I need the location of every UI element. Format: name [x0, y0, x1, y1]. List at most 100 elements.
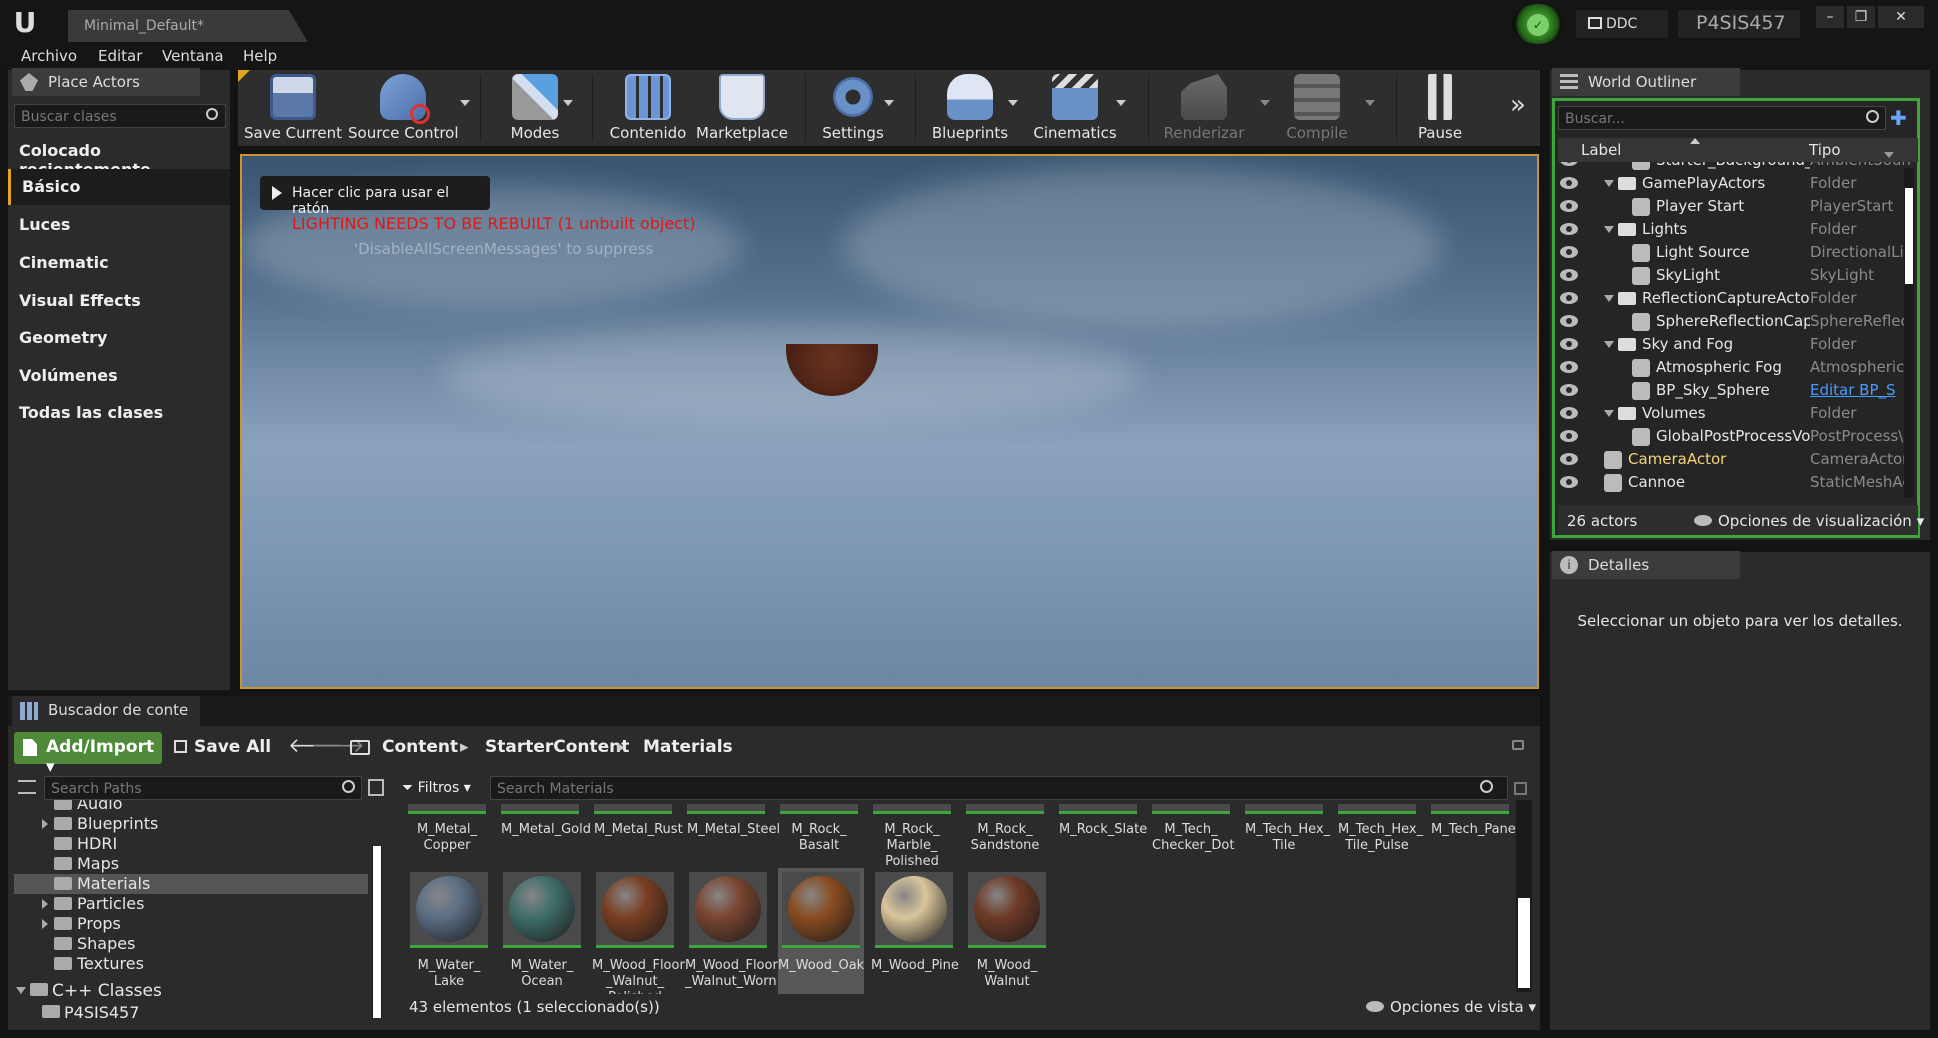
expand-arrow-icon[interactable]: [1604, 295, 1614, 302]
actor-type[interactable]: Editar BP_S: [1810, 381, 1910, 399]
category-volumes[interactable]: Volúmenes: [8, 358, 230, 394]
class-search-input[interactable]: Buscar clases: [14, 104, 226, 128]
blueprints-button[interactable]: Blueprints: [925, 70, 1015, 146]
menu-help[interactable]: Help: [243, 47, 277, 65]
category-geometry[interactable]: Geometry: [8, 320, 230, 356]
source-control-button[interactable]: Source Control: [348, 70, 459, 146]
path-tree-scrollbar[interactable]: [372, 846, 382, 1018]
filters-button[interactable]: ⏷ Filtros ▾: [402, 776, 480, 800]
maximize-button[interactable]: ❐: [1847, 6, 1875, 28]
collapse-arrow-icon[interactable]: [42, 819, 48, 829]
outliner-row[interactable]: SphereReflectionCapt SphereReflec: [1558, 311, 1909, 334]
folder-tree-item[interactable]: Particles: [14, 894, 368, 914]
chevron-right-double-icon[interactable]: »: [1510, 92, 1526, 118]
compile-button[interactable]: Compile: [1278, 70, 1356, 146]
folder-tree-item[interactable]: Materials: [14, 874, 368, 894]
asset-tile[interactable]: M_Tech_Panel: [1431, 804, 1519, 838]
asset-tile[interactable]: M_Rock_Slate: [1059, 804, 1147, 838]
menu-ventana[interactable]: Ventana: [162, 47, 224, 65]
sources-toggle-icon[interactable]: [18, 780, 36, 794]
outliner-row[interactable]: BP_Sky_Sphere Editar BP_S: [1558, 380, 1908, 403]
visibility-eye-icon[interactable]: [1560, 223, 1578, 235]
add-folder-icon[interactable]: ✚: [1890, 108, 1910, 128]
cpp-project-folder[interactable]: P4SIS457: [14, 1002, 368, 1022]
folder-tree-item[interactable]: Audio: [14, 800, 368, 814]
tab-place-actors[interactable]: Place Actors: [12, 68, 200, 96]
outliner-row[interactable]: Cannoe StaticMeshAc: [1558, 472, 1910, 495]
outliner-row[interactable]: CameraActor CameraActor: [1558, 449, 1908, 472]
level-tab[interactable]: Minimal_Default*: [68, 10, 308, 42]
collapse-arrow-icon[interactable]: [42, 899, 48, 909]
visibility-eye-icon[interactable]: [1560, 292, 1578, 304]
pause-button[interactable]: Pause: [1402, 70, 1478, 146]
folder-tree-item[interactable]: Shapes: [14, 934, 368, 954]
outliner-row[interactable]: Light Source DirectionalLig: [1558, 242, 1910, 265]
asset-tile[interactable]: M_Rock_ Marble_ Polished: [873, 804, 951, 870]
asset-tile[interactable]: M_Wood_Floor _Walnut_Worn: [685, 868, 778, 994]
click-to-use-mouse-hint[interactable]: Hacer clic para usar el ratón: [260, 176, 490, 217]
outliner-scrollbar[interactable]: [1904, 168, 1914, 498]
breadcrumb-materials[interactable]: Materials: [643, 737, 733, 757]
visibility-eye-icon[interactable]: [1560, 315, 1578, 327]
settings-dropdown-arrow[interactable]: [884, 100, 894, 106]
asset-tile[interactable]: M_Rock_ Sandstone: [966, 804, 1044, 854]
visibility-eye-icon[interactable]: [1560, 177, 1578, 189]
visibility-eye-icon[interactable]: [1560, 338, 1578, 350]
folder-tree-item[interactable]: Textures: [14, 954, 368, 974]
column-type[interactable]: Tipo: [1809, 141, 1841, 159]
outliner-row[interactable]: Starter_Background_CAmbientSoun: [1558, 162, 1910, 173]
ddc-button[interactable]: DDC: [1576, 10, 1668, 38]
build-dropdown-arrow[interactable]: [1260, 100, 1270, 106]
breadcrumb-content[interactable]: Content: [382, 737, 458, 757]
outliner-row[interactable]: Atmospheric Fog AtmosphericF: [1558, 357, 1910, 380]
asset-tile[interactable]: M_Metal_ Copper: [408, 804, 486, 854]
outliner-row[interactable]: ReflectionCaptureActors Folder: [1558, 288, 1908, 311]
outliner-row[interactable]: Lights Folder: [1558, 219, 1908, 242]
expand-arrow-icon[interactable]: [1604, 180, 1614, 187]
category-all-classes[interactable]: Todas las clases: [8, 395, 230, 431]
category-lights[interactable]: Luces: [8, 207, 230, 243]
menu-archivo[interactable]: Archivo: [21, 47, 77, 65]
asset-tile[interactable]: M_Wood_Oak: [778, 868, 864, 994]
asset-tile[interactable]: M_Metal_Steel: [687, 804, 780, 838]
asset-tile[interactable]: M_Water_ Ocean: [499, 868, 585, 994]
category-visual-effects[interactable]: Visual Effects: [8, 283, 230, 319]
visibility-eye-icon[interactable]: [1560, 246, 1578, 258]
asset-tile[interactable]: M_Metal_Gold: [501, 804, 591, 838]
outliner-view-options[interactable]: Opciones de visualización ▾: [1694, 512, 1924, 530]
settings-button[interactable]: Settings: [815, 70, 891, 146]
cinematics-dropdown-arrow[interactable]: [1116, 100, 1126, 106]
source-control-dropdown-arrow[interactable]: [460, 100, 470, 106]
visibility-eye-icon[interactable]: [1560, 361, 1578, 373]
expand-arrow-icon[interactable]: [1604, 226, 1614, 233]
column-type-dropdown-icon[interactable]: [1884, 152, 1894, 158]
expand-arrow-icon[interactable]: [1604, 410, 1614, 417]
build-button[interactable]: Renderizar: [1158, 70, 1250, 146]
add-import-button[interactable]: Add/Import ▾: [14, 732, 162, 777]
category-recent[interactable]: Colocado recientemente: [8, 133, 230, 179]
asset-tile[interactable]: M_Tech_ Checker_Dot: [1152, 804, 1234, 854]
asset-tile[interactable]: M_Tech_Hex_ Tile_Pulse: [1338, 804, 1423, 854]
outliner-row[interactable]: Player Start PlayerStart: [1558, 196, 1908, 219]
breadcrumb-startercontent[interactable]: StarterContent: [485, 737, 629, 757]
visibility-eye-icon[interactable]: [1560, 269, 1578, 281]
marketplace-button[interactable]: Marketplace: [696, 70, 788, 146]
asset-tile[interactable]: M_Wood_Floor _Walnut_ Polished: [592, 868, 685, 994]
visibility-eye-icon[interactable]: [1560, 384, 1578, 396]
outliner-row[interactable]: SkyLight SkyLight: [1558, 265, 1908, 288]
asset-tile[interactable]: M_Wood_ Walnut: [964, 868, 1050, 994]
outliner-row[interactable]: GamePlayActors Folder: [1558, 173, 1908, 196]
asset-tile[interactable]: M_Water_ Lake: [406, 868, 492, 994]
search-materials-input[interactable]: Search Materials: [490, 776, 1508, 800]
asset-scrollbar[interactable]: [1516, 800, 1532, 992]
visibility-eye-icon[interactable]: [1560, 407, 1578, 419]
outliner-search-input[interactable]: Buscar...: [1558, 106, 1886, 130]
column-label[interactable]: Label: [1581, 141, 1621, 159]
save-current-button[interactable]: Save Current: [244, 70, 342, 146]
asset-tile[interactable]: M_Metal_Rust: [594, 804, 683, 838]
folder-tree-item[interactable]: Props: [14, 914, 368, 934]
collapse-arrow-icon[interactable]: [42, 919, 48, 929]
visibility-eye-icon[interactable]: [1560, 162, 1578, 166]
category-cinematic[interactable]: Cinematic: [8, 245, 230, 281]
level-viewport[interactable]: Hacer clic para usar el ratón LIGHTING N…: [240, 154, 1539, 689]
